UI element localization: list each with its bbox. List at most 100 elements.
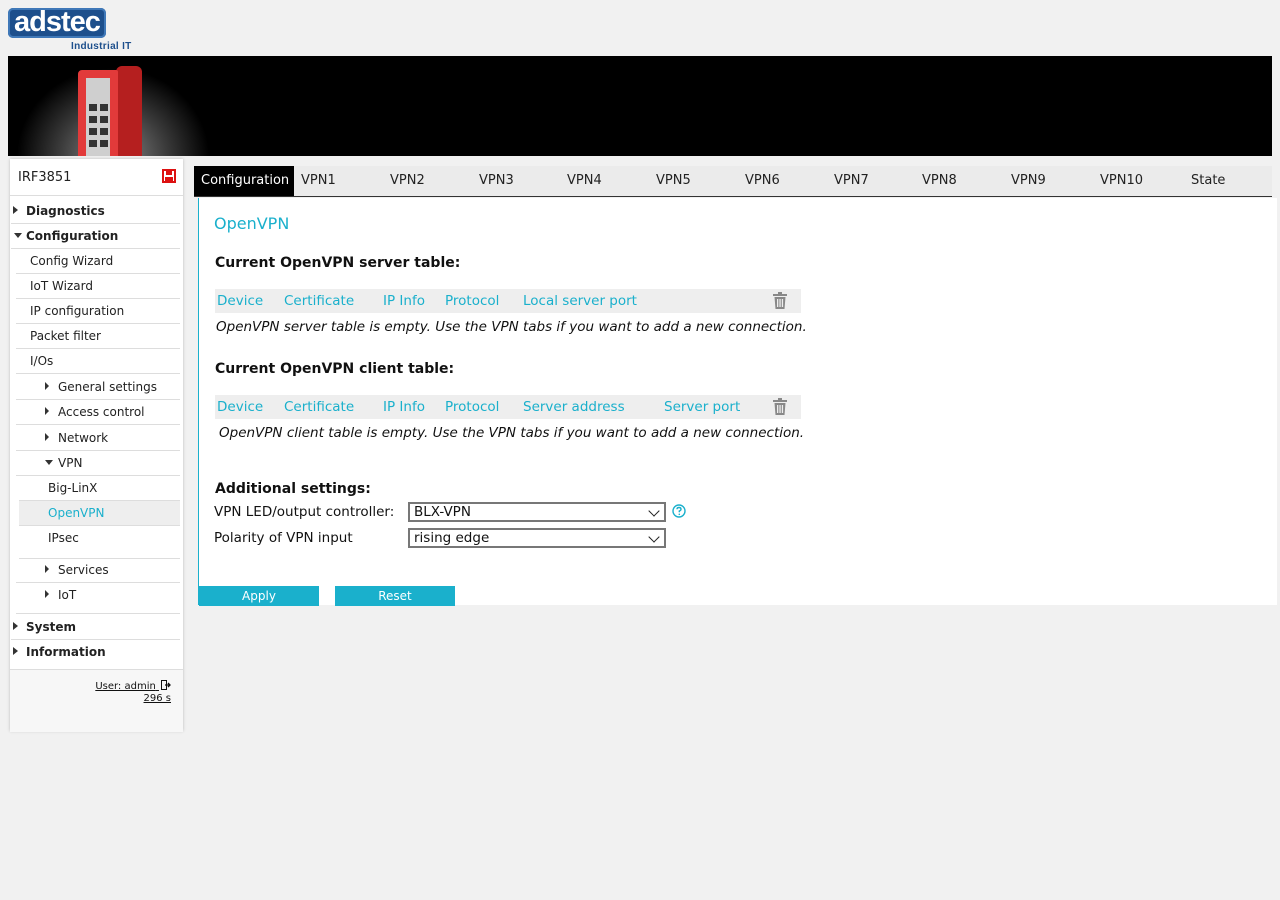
tab-vpn9[interactable]: VPN9 (1004, 166, 1093, 196)
vpn-led-value: BLX-VPN (414, 504, 471, 520)
sidebar-item-label: Services (58, 563, 109, 577)
sidebar-item-iot[interactable]: IoT (16, 583, 180, 614)
logout-icon[interactable] (161, 680, 171, 690)
column-header: Device (217, 399, 264, 415)
tab-vpn5[interactable]: VPN5 (649, 166, 738, 196)
sidebar-item-config-wizard[interactable]: Config Wizard (16, 249, 180, 274)
user-link[interactable]: User: admin (95, 680, 171, 692)
sidebar-item-ip-configuration[interactable]: IP configuration (16, 299, 180, 324)
help-icon[interactable] (672, 504, 686, 518)
sidebar-item-label: Big-LinX (48, 481, 98, 495)
client-table-empty-message: OpenVPN client table is empty. Use the V… (219, 425, 805, 441)
vpn-led-select[interactable]: BLX-VPN (408, 502, 666, 522)
column-header: Local server port (523, 293, 637, 309)
main-content: OpenVPN Current OpenVPN server table: De… (198, 198, 1277, 606)
chevron-down-icon (648, 531, 660, 543)
logo: adstec Industrial IT (8, 8, 138, 54)
collapse-icon (45, 460, 53, 465)
column-header: Server address (523, 399, 625, 415)
sidebar-item-information[interactable]: Information (11, 640, 180, 664)
column-header: Server port (664, 399, 741, 415)
tab-vpn8[interactable]: VPN8 (915, 166, 1004, 196)
sidebar-header: IRF3851 (10, 159, 183, 196)
vpn-polarity-value: rising edge (414, 530, 490, 546)
sidebar-item-label: General settings (58, 380, 157, 394)
tab-vpn6[interactable]: VPN6 (738, 166, 827, 196)
column-header: Certificate (284, 399, 355, 415)
sidebar-item-general-settings[interactable]: General settings (16, 375, 180, 400)
save-icon[interactable] (162, 169, 176, 183)
column-header: Certificate (284, 293, 355, 309)
tab-vpn10[interactable]: VPN10 (1093, 166, 1184, 196)
tab-bar: Configuration VPN1 VPN2 VPN3 VPN4 VPN5 V… (194, 166, 1272, 197)
sidebar-item-label: IoT Wizard (30, 279, 93, 293)
sidebar-item-label: Configuration (26, 229, 119, 243)
sidebar-item-label: Network (58, 431, 109, 445)
logo-subtitle: Industrial IT (71, 41, 132, 52)
sidebar-item-openvpn[interactable]: OpenVPN (19, 501, 180, 526)
sidebar-item-ipsec[interactable]: IPsec (19, 526, 180, 559)
tab-vpn4[interactable]: VPN4 (560, 166, 649, 196)
sidebar-item-big-linx[interactable]: Big-LinX (19, 476, 180, 501)
sidebar-footer: User: admin 296 s (10, 669, 183, 732)
expand-icon (13, 206, 18, 214)
server-table-empty-message: OpenVPN server table is empty. Use the V… (216, 319, 807, 335)
apply-button[interactable]: Apply (199, 586, 319, 606)
sidebar-item-access-control[interactable]: Access control (16, 400, 180, 425)
expand-icon (45, 590, 49, 598)
expand-icon (13, 647, 18, 655)
sidebar-item-label: Diagnostics (26, 204, 105, 218)
sidebar-item-ios[interactable]: I/Os (16, 349, 180, 374)
sidebar-item-packet-filter[interactable]: Packet filter (16, 324, 180, 349)
chevron-down-icon (648, 505, 660, 517)
tab-vpn1[interactable]: VPN1 (294, 166, 383, 196)
header-banner (8, 56, 1272, 156)
expand-icon (45, 407, 49, 415)
sidebar-item-configuration[interactable]: Configuration (11, 224, 180, 249)
tab-state[interactable]: State (1184, 166, 1272, 196)
client-table-title: Current OpenVPN client table: (215, 361, 455, 377)
column-header: IP Info (383, 399, 425, 415)
sidebar-item-vpn[interactable]: VPN (16, 451, 180, 476)
trash-icon[interactable] (772, 398, 788, 416)
expand-icon (45, 565, 49, 573)
expand-icon (45, 382, 49, 390)
collapse-icon (14, 233, 22, 238)
session-timer: 296 s (143, 693, 171, 704)
additional-settings-title: Additional settings: (215, 481, 371, 497)
sidebar-item-label: Information (26, 645, 106, 659)
sidebar-item-label: Config Wizard (30, 254, 114, 268)
sidebar-item-label: VPN (58, 456, 83, 470)
client-table-header: Device Certificate IP Info Protocol Serv… (215, 395, 801, 419)
expand-icon (45, 433, 49, 441)
sidebar: IRF3851 Diagnostics Configuration Config… (10, 159, 183, 732)
user-label: User: admin (95, 681, 156, 692)
device-name: IRF3851 (18, 170, 72, 185)
sidebar-item-label: OpenVPN (48, 506, 105, 520)
expand-icon (13, 622, 18, 630)
page-title: OpenVPN (214, 214, 290, 233)
vpn-polarity-select[interactable]: rising edge (408, 528, 666, 548)
tab-vpn3[interactable]: VPN3 (472, 166, 561, 196)
sidebar-item-iot-wizard[interactable]: IoT Wizard (16, 274, 180, 299)
sidebar-item-network[interactable]: Network (16, 426, 180, 451)
vpn-led-label: VPN LED/output controller: (214, 504, 395, 520)
vpn-polarity-label: Polarity of VPN input (214, 530, 353, 546)
sidebar-item-diagnostics[interactable]: Diagnostics (11, 199, 180, 224)
sidebar-item-label: System (26, 620, 76, 634)
tab-vpn2[interactable]: VPN2 (383, 166, 472, 196)
sidebar-item-label: Access control (58, 405, 145, 419)
sidebar-item-label: I/Os (30, 354, 54, 368)
column-header: Protocol (445, 399, 500, 415)
logo-brand: adstec (8, 8, 106, 38)
reset-button[interactable]: Reset (335, 586, 455, 606)
column-header: Device (217, 293, 264, 309)
sidebar-item-system[interactable]: System (11, 615, 180, 640)
tab-configuration[interactable]: Configuration (194, 166, 294, 196)
tab-vpn7[interactable]: VPN7 (827, 166, 916, 196)
column-header: IP Info (383, 293, 425, 309)
sidebar-item-label: Packet filter (30, 329, 101, 343)
sidebar-item-services[interactable]: Services (16, 558, 180, 583)
sidebar-item-label: IP configuration (30, 304, 125, 318)
trash-icon[interactable] (772, 292, 788, 310)
